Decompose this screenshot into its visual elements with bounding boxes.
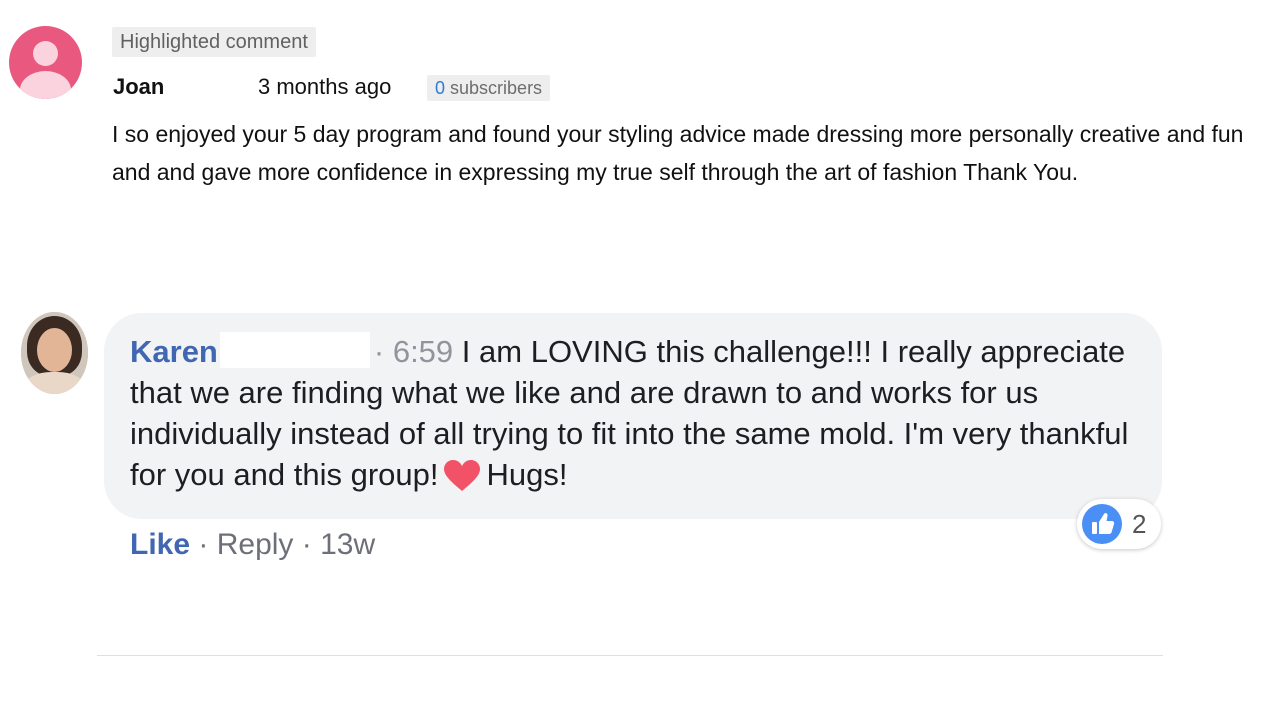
red-heart-icon bbox=[444, 460, 481, 491]
avatar[interactable] bbox=[21, 312, 88, 394]
separator-dot: · bbox=[301, 528, 312, 561]
comment-author-link[interactable]: Karen bbox=[130, 334, 218, 369]
redacted-name bbox=[219, 332, 370, 368]
comment-body: Karen · 6:59 I am LOVING this challenge!!… bbox=[130, 331, 1140, 495]
comment-text-end: Hugs! bbox=[486, 457, 568, 492]
comment-actions: Like · Reply · 13w bbox=[130, 527, 375, 563]
subscribers-count: 0 bbox=[435, 78, 446, 98]
separator-dot: · bbox=[198, 528, 209, 561]
video-timestamp-link[interactable]: 6:59 bbox=[393, 334, 453, 369]
comment-text: I so enjoyed your 5 day program and foun… bbox=[112, 121, 1244, 185]
highlighted-comment-badge: Highlighted comment bbox=[112, 27, 316, 57]
reaction-count: 2 bbox=[1132, 509, 1147, 539]
subscribers-label: subscribers bbox=[450, 78, 543, 98]
comment-author[interactable]: Joan bbox=[113, 74, 164, 100]
subscribers-badge: 0 subscribers bbox=[427, 75, 551, 101]
separator-dot: · bbox=[373, 334, 385, 369]
like-button[interactable]: Like bbox=[130, 528, 190, 561]
divider bbox=[97, 655, 1163, 656]
reply-button[interactable]: Reply bbox=[217, 528, 294, 561]
thumbs-up-icon bbox=[1082, 504, 1122, 544]
comment-timestamp[interactable]: 3 months ago bbox=[258, 74, 391, 100]
comment-age-link[interactable]: 13w bbox=[320, 528, 375, 561]
user-silhouette-icon[interactable] bbox=[9, 26, 82, 99]
reaction-summary[interactable]: 2 bbox=[1077, 499, 1161, 549]
